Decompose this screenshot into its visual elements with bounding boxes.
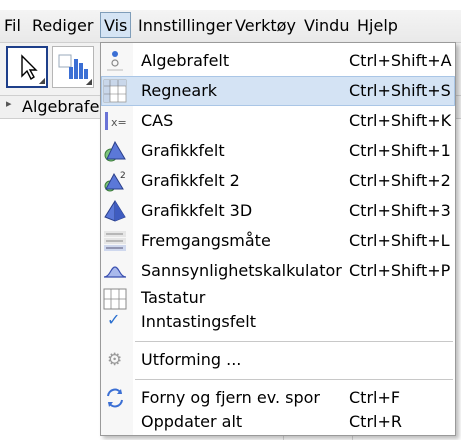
menu-item-algebrafelt[interactable]: Algebrafelt Ctrl+Shift+A [101,46,455,76]
gear-icon: ⚙ [107,350,123,370]
keyboard-icon [103,288,127,310]
menu-item-forny-og-fjern-spor[interactable]: Forny og fjern ev. spor Ctrl+F [101,386,455,410]
svg-text:2: 2 [120,171,126,181]
menu-item-tastatur[interactable]: Tastatur [101,286,455,310]
menu-item-label: Grafikkfelt [141,141,225,160]
menu-item-label: Regneark [141,81,218,100]
menu-item-shortcut: Ctrl+Shift+S [349,81,451,100]
menu-item-regneark[interactable]: Regneark Ctrl+Shift+S [101,76,455,106]
menu-item-label: Algebrafelt [141,51,230,70]
menu-item-grafikkfelt-3d[interactable]: Grafikkfelt 3D Ctrl+Shift+3 [101,196,455,226]
menu-item-label: Tastatur [141,288,206,307]
checkmark-icon: ✓ [107,310,121,329]
menu-item-utforming[interactable]: ⚙ Utforming ... [101,345,455,375]
menu-item-label: Grafikkfelt 2 [141,171,240,190]
svg-text:x=: x= [111,116,127,129]
cas-icon: x= [105,112,127,130]
menu-item-inntastingsfelt[interactable]: ✓ Inntastingsfelt [101,310,455,334]
menu-item-label: Forny og fjern ev. spor [141,388,320,407]
menu-item-shortcut: Ctrl+Shift+P [349,261,451,280]
vis-dropdown-menu: Algebrafelt Ctrl+Shift+A Regneark Ctrl+S… [100,42,456,436]
construction-protocol-icon [104,231,126,251]
menu-item-fremgangsmate[interactable]: Fremgangsmåte Ctrl+Shift+L [101,226,455,256]
menu-item-grafikkfelt[interactable]: Grafikkfelt Ctrl+Shift+1 [101,136,455,166]
menu-item-cas[interactable]: x= CAS Ctrl+Shift+K [101,106,455,136]
menu-item-label: Sannsynlighetskalkulator [141,261,342,280]
tool-dropdown-arrow-icon[interactable]: ◢ [39,76,45,85]
menu-rediger[interactable]: Rediger [32,15,93,37]
tool-dropdown-arrow-icon[interactable]: ◢ [86,77,92,86]
menu-item-grafikkfelt-2[interactable]: 2 Grafikkfelt 2 Ctrl+Shift+2 [101,166,455,196]
menu-item-label: Grafikkfelt 3D [141,201,253,220]
menu-bar: Fil Rediger Vis Innstillinger Verktøy Vi… [0,10,461,43]
menu-item-shortcut: Ctrl+F [349,388,401,407]
menu-hjelp[interactable]: Hjelp [357,15,398,37]
menu-item-shortcut: Ctrl+Shift+K [349,111,452,130]
menu-innstillinger[interactable]: Innstillinger [138,15,232,37]
graphics2-icon: 2 [104,171,126,192]
chart-tool-button[interactable]: ◢ [52,46,94,88]
algebra-view-icon [107,51,123,71]
menu-item-shortcut: Ctrl+Shift+A [349,51,452,70]
menu-item-label: Utforming ... [141,350,242,369]
graphics-icon [104,140,126,162]
menu-vindu[interactable]: Vindu [304,15,349,37]
move-tool-button[interactable]: ◢ [6,46,48,88]
spreadsheet-icon [103,79,127,103]
menu-item-shortcut: Ctrl+Shift+3 [349,201,451,220]
menu-item-sannsynlighetskalkulator[interactable]: Sannsynlighetskalkulator Ctrl+Shift+P [101,256,455,286]
menu-item-oppdater-alt[interactable]: Oppdater alt Ctrl+R [101,410,455,434]
refresh-icon [107,388,123,408]
menu-separator [135,341,453,342]
menu-item-label: Fremgangsmåte [141,231,271,250]
menu-item-label: CAS [141,111,174,130]
probability-icon [103,266,127,278]
menu-item-label: Oppdater alt [141,412,243,431]
menu-item-shortcut: Ctrl+Shift+1 [349,141,451,160]
menu-item-shortcut: Ctrl+R [349,412,402,431]
menu-vis[interactable]: Vis [100,12,132,38]
menu-fil[interactable]: Fil [4,15,21,37]
panel-title: Algebrafe [22,97,100,116]
menu-separator [135,379,453,380]
menu-item-shortcut: Ctrl+Shift+2 [349,171,451,190]
graphics3d-icon [104,200,126,222]
menu-item-shortcut: Ctrl+Shift+L [349,231,450,250]
menu-verktoy[interactable]: Verktøy [235,15,296,37]
menu-item-label: Inntastingsfelt [141,312,256,331]
collapse-triangle-icon[interactable]: ▸ [6,97,12,110]
